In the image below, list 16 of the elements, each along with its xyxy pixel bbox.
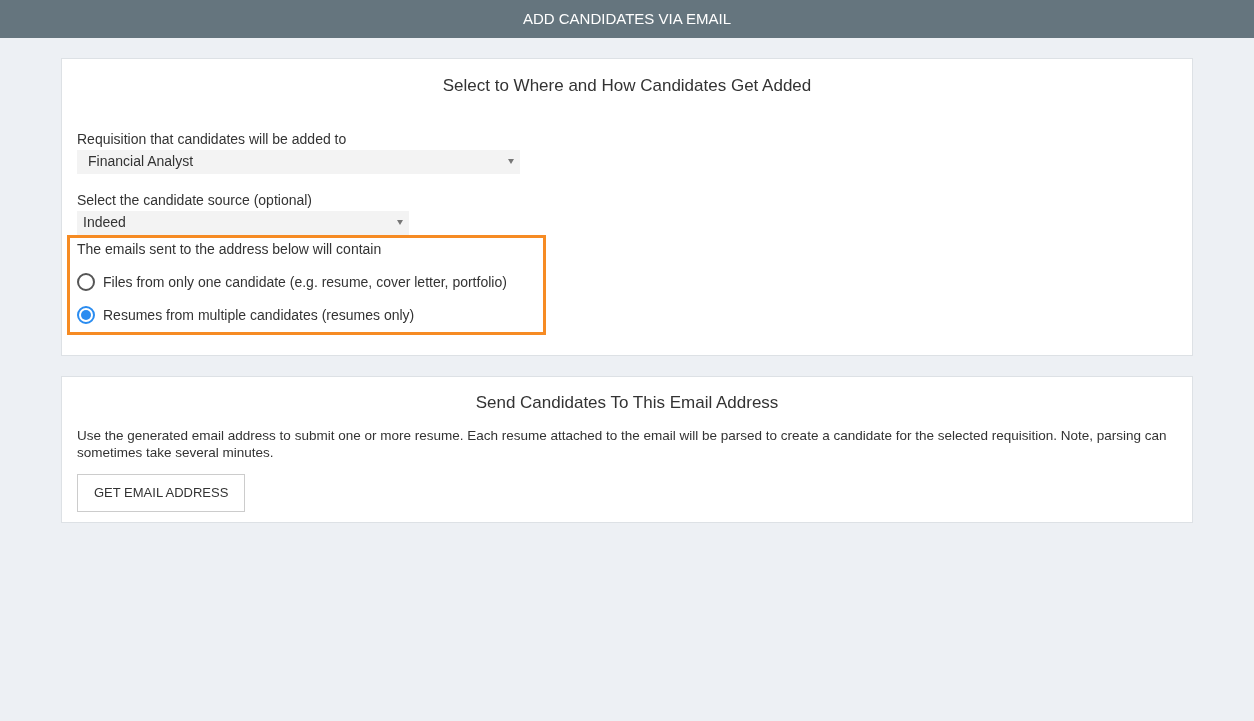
get-email-button[interactable]: GET EMAIL ADDRESS [77, 474, 246, 512]
radio-label[interactable]: Files from only one candidate (e.g. resume, cover letter, portfolio) [103, 271, 507, 293]
page-title: ADD CANDIDATES VIA EMAIL [522, 8, 732, 29]
description-text: Use the generated email address to submit one or more resume. Each resume attached to the email will be parsed to create a candidate for the selected requisition. Note, parsing can sometimes take several minutes. [77, 427, 1168, 461]
radio-button[interactable] [77, 306, 95, 324]
field-label: The emails sent to the address below will contain [77, 239, 383, 259]
caret-icon [508, 159, 514, 164]
card-title: Select to Where and How Candidates Get Added [441, 75, 813, 97]
caret-icon [397, 220, 403, 225]
field-label: Select the candidate source (optional) [77, 190, 314, 210]
card-title: Send Candidates To This Email Address [474, 391, 780, 414]
radio-button[interactable] [77, 273, 95, 291]
radio-label[interactable]: Resumes from multiple candidates (resumes only) [103, 304, 415, 326]
field-label: Requisition that candidates will be added to [77, 129, 348, 149]
dropdown[interactable]: Financial Analyst [77, 149, 520, 174]
dropdown[interactable]: Indeed [77, 210, 409, 235]
